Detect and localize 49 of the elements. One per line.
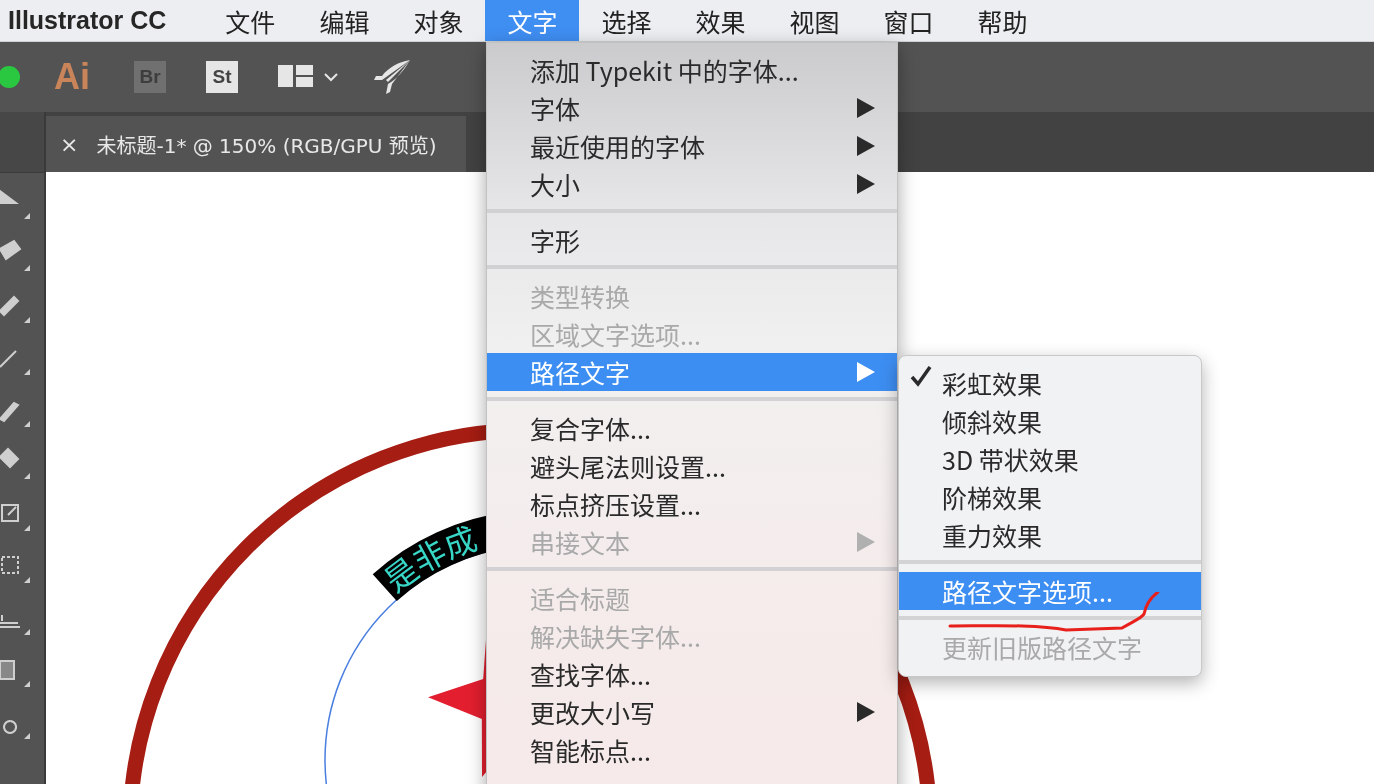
menu-item[interactable]: 最近使用的字体 xyxy=(487,127,897,165)
submenu-arrow-icon xyxy=(857,98,875,118)
menu-item[interactable]: 彩虹效果 xyxy=(899,364,1201,402)
menu-item-label: 倾斜效果 xyxy=(942,403,1042,439)
menu-item[interactable]: 阶梯效果 xyxy=(899,478,1201,516)
menu-title[interactable]: 选择 xyxy=(579,0,674,41)
menu-item[interactable]: 大小 xyxy=(487,165,897,203)
app-logo: Ai xyxy=(54,56,90,98)
menu-item[interactable]: 3D 带状效果 xyxy=(899,440,1201,478)
app-name[interactable]: Illustrator CC xyxy=(0,0,204,41)
menu-title[interactable]: 帮助 xyxy=(955,0,1050,41)
menu-title[interactable]: 文件 xyxy=(203,0,298,41)
menu-item[interactable]: 添加 Typekit 中的字体... xyxy=(487,51,897,89)
menu-item-label: 路径文字选项... xyxy=(942,573,1113,609)
menu-item[interactable]: 更改大小写 xyxy=(487,693,897,731)
menu-title[interactable]: 对象 xyxy=(391,0,486,41)
menu-item[interactable]: 倾斜效果 xyxy=(899,402,1201,440)
menu-title[interactable]: 视图 xyxy=(767,0,862,41)
menu-item-label: 彩虹效果 xyxy=(942,365,1042,401)
menu-item[interactable]: 复合字体... xyxy=(487,409,897,447)
menu-item[interactable]: 智能标点... xyxy=(487,731,897,769)
selection-tool-icon[interactable] xyxy=(0,187,30,221)
menu-item-label: 更新旧版路径文字 xyxy=(942,629,1142,665)
menu-title[interactable]: 窗口 xyxy=(861,0,956,41)
menu-item-label: 重力效果 xyxy=(942,517,1042,553)
menu-item-label: 3D 带状效果 xyxy=(942,441,1079,477)
window-zoom-button[interactable] xyxy=(0,66,20,88)
rocket-icon[interactable] xyxy=(374,60,410,94)
submenu-arrow-icon xyxy=(857,702,875,722)
menu-item-label: 阶梯效果 xyxy=(942,479,1042,515)
chevron-down-icon[interactable] xyxy=(324,72,338,82)
path-text: 是非成 xyxy=(373,513,483,601)
menu-item[interactable]: 字体 xyxy=(487,89,897,127)
stock-button[interactable]: St xyxy=(206,61,238,93)
submenu-arrow-icon xyxy=(857,532,875,552)
menu-item[interactable]: 重力效果 xyxy=(899,516,1201,554)
submenu-arrow-icon xyxy=(857,174,875,194)
close-icon[interactable]: × xyxy=(60,131,79,157)
layout-icon[interactable] xyxy=(278,65,314,89)
document-title: 未标题-1* @ 150% (RGB/GPU 预览) xyxy=(96,132,437,159)
menu-item[interactable]: 标点挤压设置... xyxy=(487,485,897,523)
document-tab[interactable]: × 未标题-1* @ 150% (RGB/GPU 预览) xyxy=(46,116,466,172)
menu-item[interactable]: 避头尾法则设置... xyxy=(487,447,897,485)
menu-title[interactable]: 编辑 xyxy=(297,0,392,41)
submenu-arrow-icon xyxy=(857,362,875,382)
menu-title[interactable]: 效果 xyxy=(673,0,768,41)
menu-item[interactable]: 字形 xyxy=(487,221,897,259)
submenu-arrow-icon xyxy=(857,136,875,156)
menu-item[interactable]: 查找字体... xyxy=(487,655,897,693)
